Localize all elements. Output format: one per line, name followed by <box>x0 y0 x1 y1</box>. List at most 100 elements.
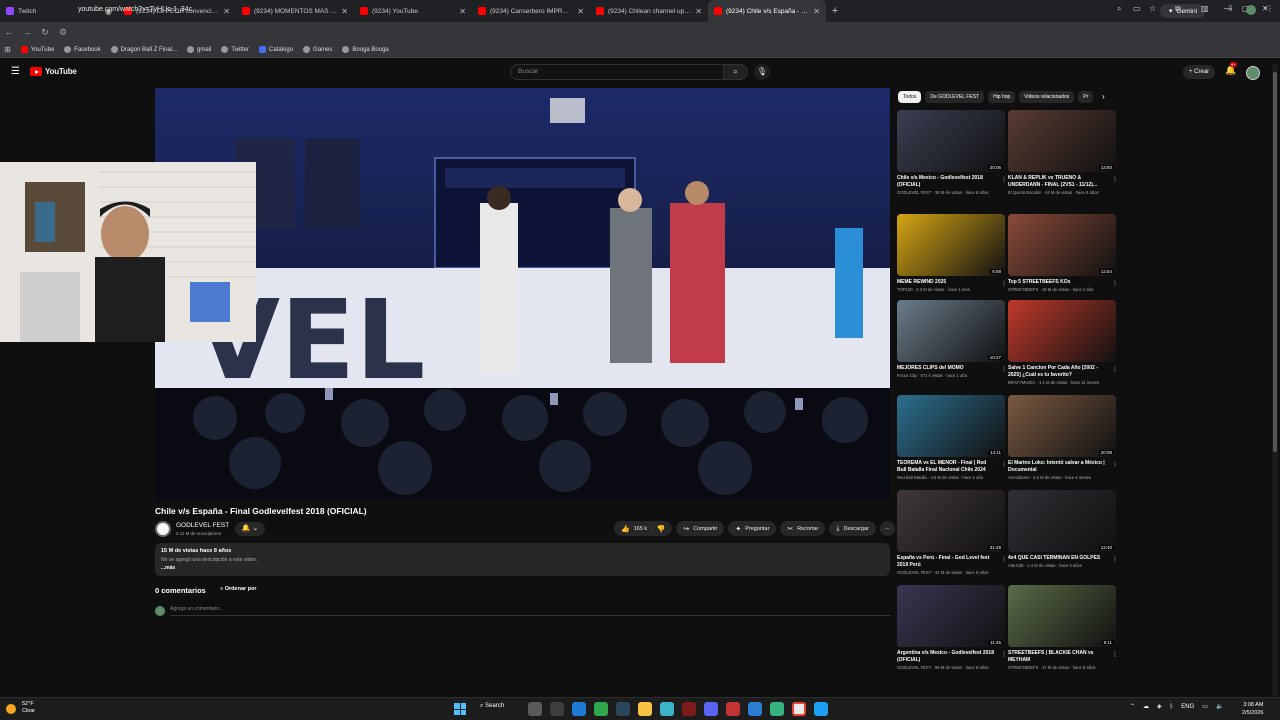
file-explorer-icon[interactable] <box>638 702 652 716</box>
xbox-icon[interactable] <box>594 702 608 716</box>
ask-button[interactable]: ✦ Preguntar <box>728 521 777 536</box>
scrollbar-thumb[interactable] <box>1273 72 1277 452</box>
video-title[interactable]: 4x4 QUE CASI TERMINAN EN GOLPES <box>1008 555 1108 562</box>
video-title[interactable]: TEOREMA vs EL MENOR - Final | Red Bull B… <box>897 460 997 474</box>
subscription-bell-button[interactable]: 🔔 ⌄ <box>235 522 265 536</box>
video-thumbnail[interactable]: 31:29 <box>897 490 1005 552</box>
recommended-video[interactable]: 13:50 KLAN & REPLIK vs TRUENO & UNDERDANN… <box>1008 110 1118 195</box>
video-thumbnail[interactable]: 12:54 <box>1008 214 1116 276</box>
more-vertical-icon[interactable]: ⋮ <box>1112 366 1118 373</box>
recommended-video[interactable]: 31:29 España vs Perú - Final - God Level … <box>897 490 1007 575</box>
language-indicator[interactable]: ENG <box>1181 704 1194 710</box>
recommended-video[interactable]: 6:58 MEME REWIND 2025 TOP100 · 2.3 M de vi… <box>897 214 1007 292</box>
notifications-bell-icon[interactable]: 🔔 9+ <box>1225 62 1237 76</box>
taskbar-search[interactable]: ⌕ Search <box>480 703 504 710</box>
more-vertical-icon[interactable]: ⋮ <box>1001 651 1007 658</box>
search-input[interactable]: Buscar <box>510 64 724 80</box>
video-thumbnail[interactable] <box>1008 300 1116 362</box>
create-button[interactable]: + Crear <box>1183 65 1216 79</box>
video-thumbnail[interactable]: 20:08 <box>1008 395 1116 457</box>
more-vertical-icon[interactable]: ⋮ <box>1112 176 1118 183</box>
thumbs-up-icon[interactable]: 👍 <box>621 525 630 533</box>
recommended-video[interactable]: 20:08 El Marino Loko: Intentó salvar a Mé… <box>1008 395 1118 480</box>
sort-comments-button[interactable]: ≡ Ordenar por <box>220 586 257 592</box>
channel-avatar[interactable] <box>155 521 171 537</box>
site-info-icon[interactable]: ⚙ <box>54 27 72 38</box>
search-button[interactable]: ⌕ <box>724 64 748 80</box>
video-thumbnail[interactable]: 10:27 <box>897 300 1005 362</box>
widgets-icon[interactable] <box>550 702 564 716</box>
video-thumbnail[interactable]: 20:06 <box>897 110 1005 172</box>
share-button[interactable]: ↪ Compartir <box>676 521 725 536</box>
recommended-video[interactable]: 12:40 4x4 QUE CASI TERMINAN EN GOLPES Vita… <box>1008 490 1118 568</box>
recommended-video[interactable]: 12:54 Top 5 STREETBEEFS KOs STREETBEEFS · … <box>1008 214 1118 292</box>
thumbs-down-icon[interactable]: 👎 <box>657 525 666 533</box>
gemini-button[interactable]: ✦ Gemini <box>1160 4 1206 18</box>
recommended-video[interactable]: 11:45 Argentina v/s Mexico - Godlevelfest… <box>897 585 1007 670</box>
video-title[interactable]: El Marino Loko: Intentó salvar a México … <box>1008 460 1108 474</box>
bookmark-facebook[interactable]: Facebook <box>64 46 101 53</box>
hamburger-menu-icon[interactable]: ☰ <box>11 66 20 77</box>
video-thumbnail[interactable]: 6:58 <box>897 214 1005 276</box>
download-button[interactable]: ⤓ Descargar <box>829 521 876 536</box>
video-title[interactable]: Top 5 STREETBEEFS KOs <box>1008 279 1108 286</box>
more-vertical-icon[interactable]: ⋮ <box>1001 366 1007 373</box>
weather-widget[interactable]: 52°F Clear <box>22 701 35 715</box>
more-actions-button[interactable]: ⋯ <box>879 521 895 536</box>
chip-channel[interactable]: De GODLEVEL FEST <box>925 91 985 103</box>
chevron-right-icon[interactable]: › <box>1102 92 1105 101</box>
video-title[interactable]: Salve 1 Cancion Por Cada Año [2002 - 202… <box>1008 365 1108 379</box>
bookmark-youtube[interactable]: YouTube <box>20 46 54 53</box>
app-icon-2[interactable] <box>770 702 784 716</box>
more-vertical-icon[interactable]: ⋮ <box>1112 461 1118 468</box>
chip-todos[interactable]: Todos <box>898 91 922 103</box>
apps-icon[interactable]: ⊞ <box>4 45 11 54</box>
chevron-up-icon[interactable]: ⌃ <box>1130 703 1135 710</box>
zoom-search-icon[interactable]: ⌕ <box>1117 4 1121 14</box>
bookmark-twitter[interactable]: Twitter <box>221 46 249 53</box>
cloud-icon[interactable]: ☁ <box>1143 703 1149 710</box>
notepad-icon[interactable] <box>660 702 674 716</box>
chip-related[interactable]: Videos relacionados <box>1019 91 1075 103</box>
more-vertical-icon[interactable]: ⋮ <box>1001 280 1007 287</box>
bluetooth-icon[interactable]: ᛒ <box>1170 704 1174 710</box>
url-field[interactable]: youtube.com/watch?v=TyHUc-1_34c <box>70 3 1110 17</box>
bookmark-catalogo[interactable]: Catálogo <box>259 46 293 53</box>
app-icon[interactable] <box>726 702 740 716</box>
more-vertical-icon[interactable]: ⋮ <box>1112 651 1118 658</box>
menu-kebab-icon[interactable]: ⋮ <box>1266 4 1274 13</box>
video-title[interactable]: MEJORES CLIPS del MOMO <box>897 365 997 372</box>
show-more-link[interactable]: ...más <box>161 565 884 571</box>
bookmark-games[interactable]: Games <box>303 46 332 53</box>
more-vertical-icon[interactable]: ⋮ <box>1001 461 1007 468</box>
chip-hiphop[interactable]: Hip hop <box>988 91 1016 103</box>
opera-icon[interactable] <box>682 702 696 716</box>
task-view-icon[interactable] <box>528 702 542 716</box>
more-vertical-icon[interactable]: ⋮ <box>1112 280 1118 287</box>
windows-start-icon[interactable] <box>454 703 466 715</box>
video-player[interactable]: VEL <box>155 88 890 500</box>
bookmark-dragonball[interactable]: Dragon Ball Z Final... <box>110 46 177 53</box>
vscode-icon[interactable] <box>748 702 762 716</box>
video-title[interactable]: Argentina v/s Mexico - Godlevelfest 2018… <box>897 650 997 664</box>
recommended-video[interactable]: Salve 1 Cancion Por Cada Año [2002 - 202… <box>1008 300 1118 385</box>
video-title[interactable]: España vs Perú - Final - God Level fest … <box>897 555 997 569</box>
cast-icon[interactable]: ▭ <box>1133 4 1141 13</box>
video-thumbnail[interactable]: 9:11 <box>1008 585 1116 647</box>
back-icon[interactable]: ← <box>0 27 18 37</box>
discord-icon[interactable] <box>704 702 718 716</box>
recommended-video[interactable]: 10:27 MEJORES CLIPS del MOMO Focus Clip · … <box>897 300 1007 378</box>
more-vertical-icon[interactable]: ⋮ <box>1112 556 1118 563</box>
video-thumbnail[interactable]: 11:45 <box>897 585 1005 647</box>
volume-icon[interactable]: 🔈 <box>1216 703 1223 710</box>
channel-name[interactable]: GODLEVEL FEST <box>176 522 229 529</box>
clock[interactable]: 3:08 AM 2/5/2026 <box>1242 701 1263 717</box>
sidepanel-icon[interactable]: ▥ <box>1201 4 1209 13</box>
video-thumbnail[interactable]: 14:11 <box>897 395 1005 457</box>
video-title[interactable]: KLAN & REPLIK vs TRUENO & UNDERDANN - FI… <box>1008 175 1108 189</box>
comment-input[interactable]: Agrega un comentario... <box>170 606 890 616</box>
youtube-logo[interactable]: YouTube <box>30 67 77 76</box>
steam-icon[interactable] <box>616 702 630 716</box>
forward-icon[interactable]: → <box>18 27 36 37</box>
video-title[interactable]: STREETBEEFS | BLACKIE CHAN vs MEYHAM <box>1008 650 1108 664</box>
